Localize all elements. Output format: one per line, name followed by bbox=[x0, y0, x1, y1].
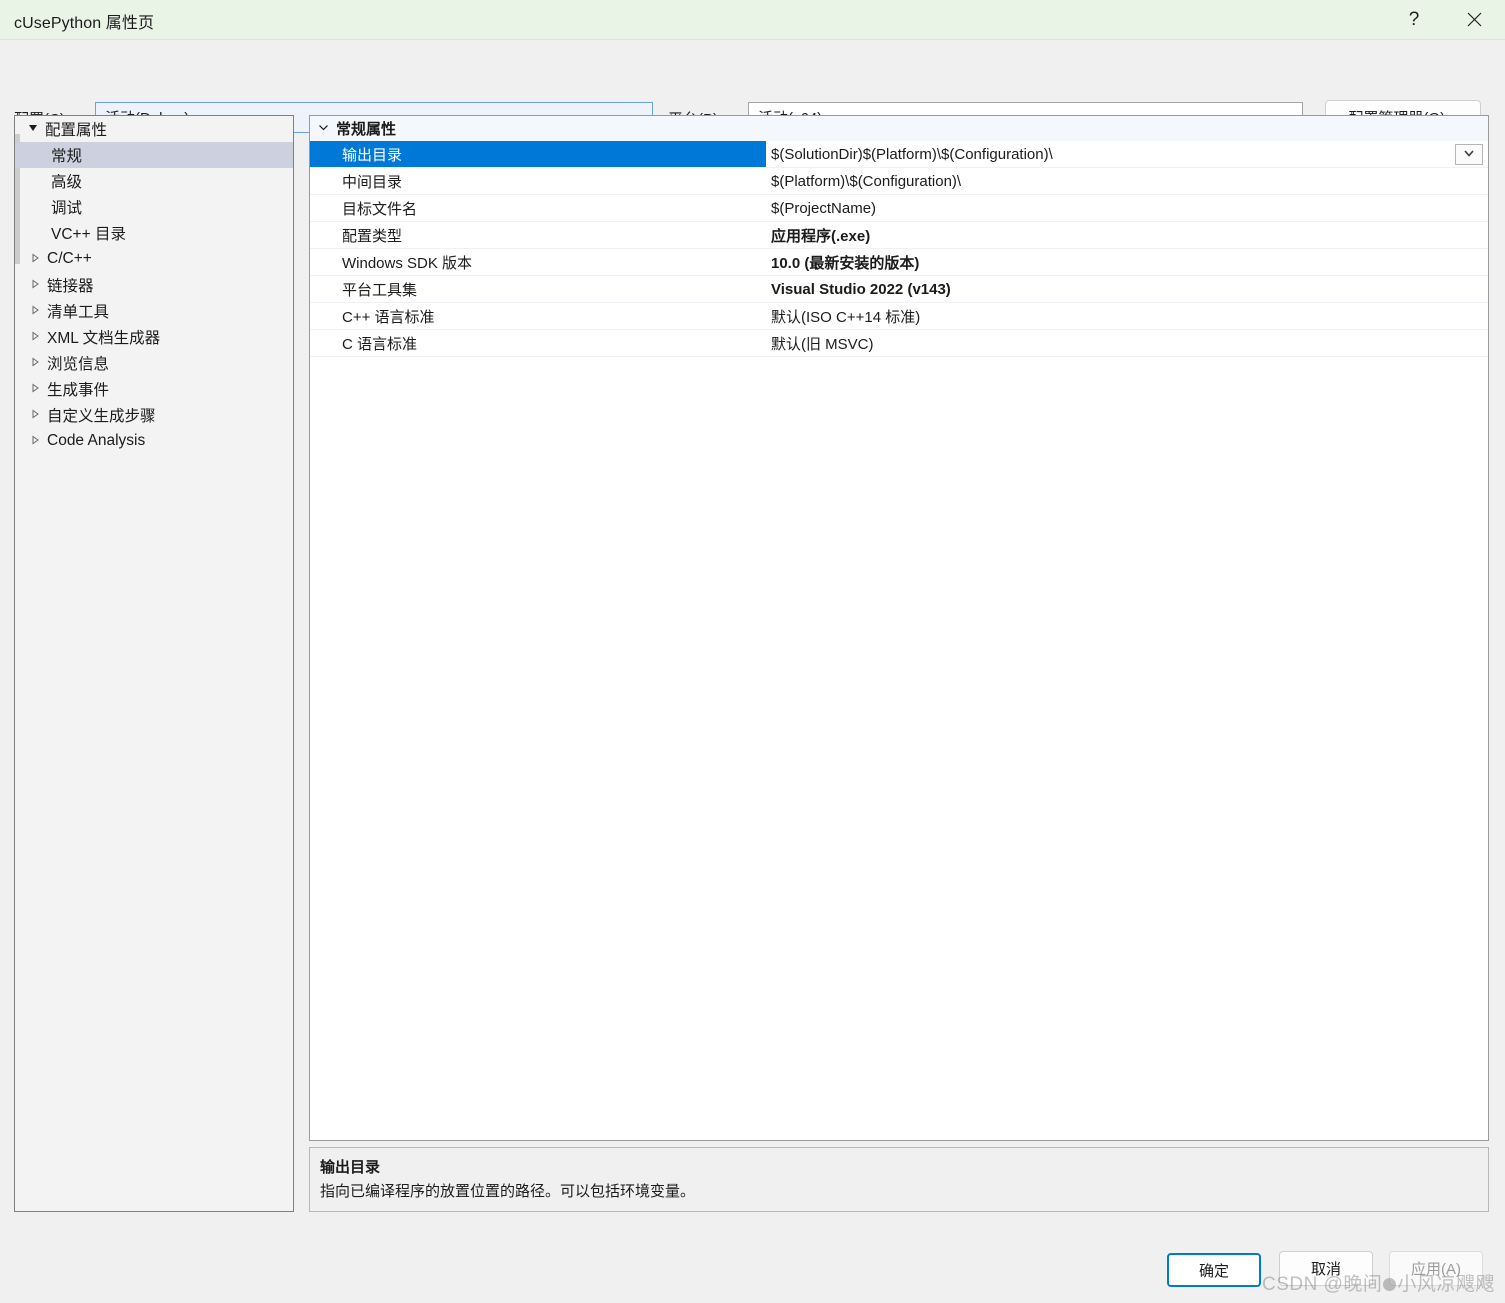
window-title: cUsePython 属性页 bbox=[14, 15, 155, 32]
property-name[interactable]: C++ 语言标准 bbox=[310, 303, 766, 329]
triangle-right-icon[interactable] bbox=[27, 279, 43, 291]
tree-item-label: 调试 bbox=[51, 200, 83, 217]
question-mark-icon: ? bbox=[1408, 8, 1420, 30]
tree-item-label: 常规 bbox=[51, 148, 83, 165]
help-button[interactable]: ? bbox=[1391, 0, 1437, 39]
property-value[interactable]: 应用程序(.exe) bbox=[767, 222, 1488, 248]
tree-item-3[interactable]: 调试 bbox=[15, 194, 293, 220]
triangle-right-icon[interactable] bbox=[27, 409, 43, 421]
tree-item-1[interactable]: 常规 bbox=[15, 142, 293, 168]
triangle-right-icon[interactable] bbox=[27, 357, 43, 369]
property-value[interactable]: Visual Studio 2022 (v143) bbox=[767, 276, 1488, 302]
tree-item-0[interactable]: 配置属性 bbox=[15, 116, 293, 142]
tree-item-label: XML 文档生成器 bbox=[47, 330, 161, 347]
tree-item-10[interactable]: 生成事件 bbox=[15, 376, 293, 402]
property-row[interactable]: 平台工具集 Visual Studio 2022 (v143) bbox=[310, 276, 1488, 303]
property-row[interactable]: 配置类型 应用程序(.exe) bbox=[310, 222, 1488, 249]
description-body: 指向已编译程序的放置位置的路径。可以包括环境变量。 bbox=[320, 1183, 696, 1200]
triangle-right-icon[interactable] bbox=[27, 435, 43, 447]
property-row[interactable]: Windows SDK 版本 10.0 (最新安装的版本) bbox=[310, 249, 1488, 276]
property-value[interactable]: 10.0 (最新安装的版本) bbox=[767, 249, 1488, 275]
tree-item-label: 自定义生成步骤 bbox=[47, 408, 156, 425]
property-name[interactable]: 平台工具集 bbox=[310, 276, 766, 302]
tree-item-label: 浏览信息 bbox=[47, 356, 110, 373]
tree-list: 配置属性常规高级调试 VC++ 目录 C/C++ 链接器清单工具 XML 文档生成器 浏览… bbox=[15, 116, 293, 454]
tree-item-11[interactable]: 自定义生成步骤 bbox=[15, 402, 293, 428]
tree-item-label: Code Analysis bbox=[47, 432, 146, 449]
description-panel: 输出目录 指向已编译程序的放置位置的路径。可以包括环境变量。 bbox=[309, 1147, 1489, 1212]
property-value[interactable]: 默认(ISO C++14 标准) bbox=[767, 303, 1488, 329]
ok-button[interactable]: 确定 bbox=[1167, 1253, 1261, 1287]
tree-item-8[interactable]: XML 文档生成器 bbox=[15, 324, 293, 350]
property-rows: 输出目录 $(SolutionDir)$(Platform)\$(Configur… bbox=[310, 141, 1488, 357]
chevron-down-icon bbox=[310, 122, 336, 136]
cancel-button[interactable]: 取消 bbox=[1279, 1251, 1373, 1286]
tree-item-12[interactable]: Code Analysis bbox=[15, 428, 293, 454]
tree-item-9[interactable]: 浏览信息 bbox=[15, 350, 293, 376]
tree-item-5[interactable]: C/C++ bbox=[15, 246, 293, 272]
chevron-down-icon bbox=[1463, 146, 1475, 163]
property-value-dropdown-button[interactable] bbox=[1455, 144, 1483, 165]
triangle-right-icon[interactable] bbox=[27, 383, 43, 395]
property-name[interactable]: 输出目录 bbox=[310, 141, 766, 167]
property-value[interactable]: $(SolutionDir)$(Platform)\$(Configuratio… bbox=[767, 141, 1488, 167]
property-name[interactable]: Windows SDK 版本 bbox=[310, 249, 766, 275]
property-row[interactable]: C++ 语言标准 默认(ISO C++14 标准) bbox=[310, 303, 1488, 330]
property-row[interactable]: 输出目录 $(SolutionDir)$(Platform)\$(Configur… bbox=[310, 141, 1488, 168]
property-group-header[interactable]: 常规属性 bbox=[310, 116, 1488, 141]
property-grid-panel: 常规属性 输出目录 $(SolutionDir)$(Platform)\$(Con… bbox=[309, 115, 1489, 1141]
property-row[interactable]: C 语言标准 默认(旧 MSVC) bbox=[310, 330, 1488, 357]
tree-item-label: 生成事件 bbox=[47, 382, 110, 399]
configuration-bar: 配置(C): 活动(Debug) 平台(P): 活动(x64) 配置管理器(O)… bbox=[0, 41, 1505, 135]
property-row[interactable]: 目标文件名 $(ProjectName) bbox=[310, 195, 1488, 222]
tree-item-2[interactable]: 高级 bbox=[15, 168, 293, 194]
triangle-right-icon[interactable] bbox=[27, 305, 43, 317]
tree-item-6[interactable]: 链接器 bbox=[15, 272, 293, 298]
tree-item-label: 高级 bbox=[51, 174, 83, 191]
tree-item-label: C/C++ bbox=[47, 250, 92, 267]
tree-item-label: 链接器 bbox=[47, 278, 94, 295]
property-value[interactable]: $(Platform)\$(Configuration)\ bbox=[767, 168, 1488, 194]
close-button[interactable] bbox=[1451, 0, 1497, 39]
tree-item-label: 配置属性 bbox=[45, 122, 108, 139]
property-value[interactable]: 默认(旧 MSVC) bbox=[767, 330, 1488, 356]
tree-item-label: 清单工具 bbox=[47, 304, 110, 321]
triangle-down-icon[interactable] bbox=[25, 123, 41, 136]
tree-item-7[interactable]: 清单工具 bbox=[15, 298, 293, 324]
apply-button[interactable]: 应用(A) bbox=[1389, 1251, 1483, 1286]
property-row[interactable]: 中间目录 $(Platform)\$(Configuration)\ bbox=[310, 168, 1488, 195]
property-value[interactable]: $(ProjectName) bbox=[767, 195, 1488, 221]
property-name[interactable]: C 语言标准 bbox=[310, 330, 766, 356]
tree-item-label: VC++ 目录 bbox=[51, 226, 126, 243]
configuration-tree-panel: 配置属性常规高级调试 VC++ 目录 C/C++ 链接器清单工具 XML 文档生成器 浏览… bbox=[14, 115, 294, 1212]
triangle-right-icon[interactable] bbox=[27, 331, 43, 343]
description-title: 输出目录 bbox=[320, 1159, 381, 1176]
close-icon bbox=[1467, 12, 1482, 27]
property-name[interactable]: 配置类型 bbox=[310, 222, 766, 248]
title-bar: cUsePython 属性页 ? bbox=[0, 0, 1505, 40]
property-name[interactable]: 目标文件名 bbox=[310, 195, 766, 221]
tree-item-4[interactable]: VC++ 目录 bbox=[15, 220, 293, 246]
property-group-label: 常规属性 bbox=[336, 121, 397, 138]
property-name[interactable]: 中间目录 bbox=[310, 168, 766, 194]
triangle-right-icon[interactable] bbox=[27, 253, 43, 265]
